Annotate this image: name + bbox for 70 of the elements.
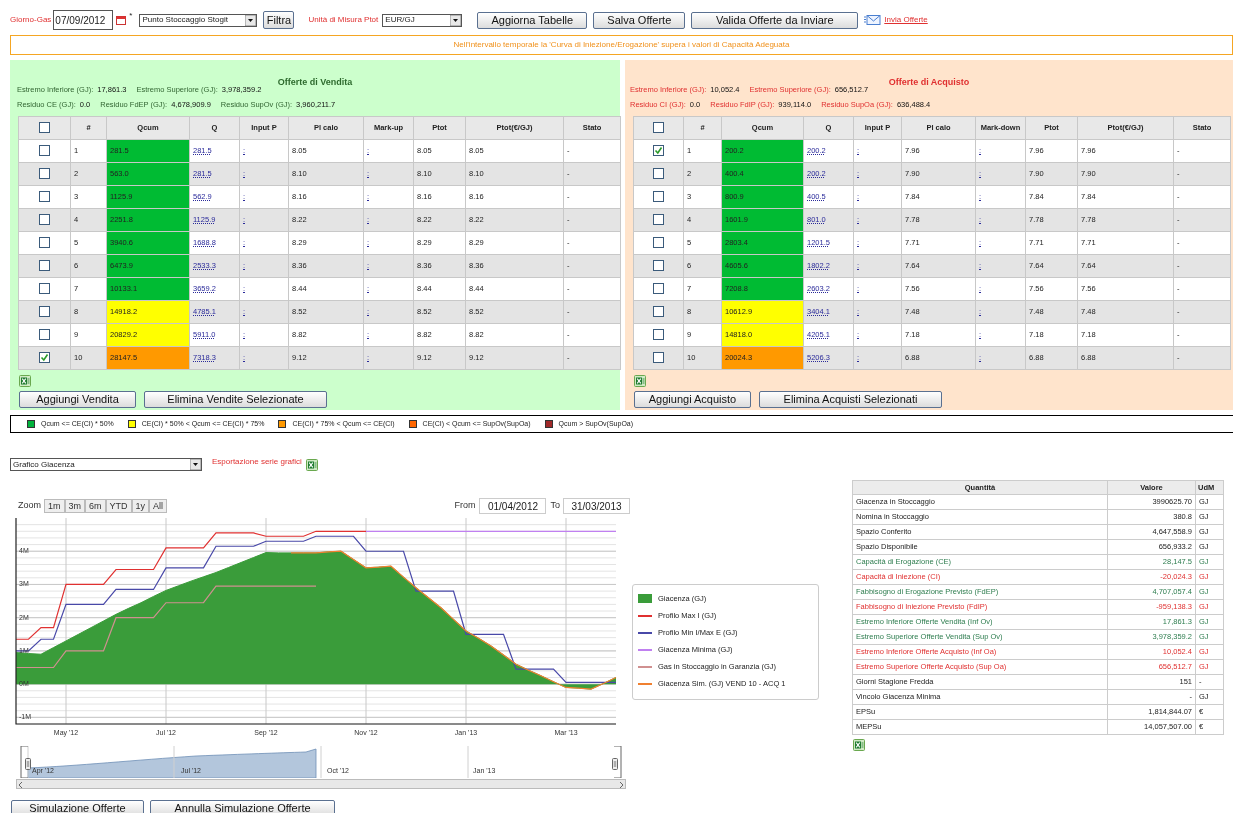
checkbox[interactable] bbox=[653, 213, 664, 225]
button[interactable]: Aggiungi Vendita bbox=[19, 391, 136, 408]
checkbox[interactable] bbox=[39, 213, 50, 225]
handle-icon[interactable] bbox=[25, 758, 31, 770]
calendar-icon[interactable] bbox=[116, 15, 127, 25]
send-link[interactable]: Invia Offerte bbox=[884, 14, 928, 26]
excel-icon[interactable] bbox=[634, 375, 646, 387]
button[interactable]: Aggiorna Tabelle bbox=[477, 11, 588, 29]
zoom-button[interactable]: 3m bbox=[64, 499, 86, 513]
checkbox[interactable] bbox=[39, 259, 50, 271]
export-label: Esportazione serie grafici bbox=[212, 456, 302, 468]
checkbox[interactable] bbox=[39, 305, 50, 317]
field-label: Giorno-Gas bbox=[10, 14, 52, 26]
panel-title: Offerte di Vendita bbox=[277, 77, 353, 87]
button[interactable]: Elimina Vendite Selezionate bbox=[144, 391, 327, 408]
checkbox[interactable] bbox=[653, 305, 664, 317]
excel-icon[interactable] bbox=[305, 459, 318, 471]
dropdown-arrow-icon[interactable] bbox=[450, 14, 462, 26]
checkbox[interactable] bbox=[39, 282, 50, 294]
excel-icon[interactable] bbox=[853, 739, 865, 751]
checkbox[interactable] bbox=[39, 328, 50, 340]
field-label: Unità di Misura Ptot bbox=[308, 14, 379, 26]
zoom-label: Zoom bbox=[18, 499, 41, 513]
checkbox[interactable] bbox=[653, 121, 664, 133]
zoom-button[interactable]: 1m bbox=[44, 499, 65, 513]
mail-icon[interactable] bbox=[864, 14, 882, 26]
button[interactable]: Salva Offerte bbox=[593, 11, 686, 29]
checkbox[interactable] bbox=[39, 144, 50, 156]
unit-select[interactable]: EUR/GJ bbox=[382, 13, 463, 27]
button[interactable]: Aggiungi Acquisto bbox=[634, 391, 751, 408]
checkbox[interactable] bbox=[653, 328, 664, 340]
zoom-button[interactable]: 6m bbox=[85, 499, 106, 513]
dropdown-arrow-icon[interactable] bbox=[190, 459, 201, 470]
button[interactable]: Simulazione Offerte bbox=[11, 800, 144, 813]
scroll-left-icon[interactable] bbox=[17, 780, 25, 788]
checkbox[interactable] bbox=[653, 145, 664, 157]
button[interactable]: Filtra bbox=[263, 11, 295, 29]
zoom-button[interactable]: YTD bbox=[105, 499, 132, 513]
checkbox[interactable] bbox=[39, 352, 50, 364]
checkbox[interactable] bbox=[39, 236, 50, 248]
zoom-button[interactable]: All bbox=[149, 499, 168, 513]
checkbox[interactable] bbox=[39, 121, 50, 133]
panel-title: Offerte di Acquisto bbox=[888, 77, 970, 87]
checkbox[interactable] bbox=[653, 351, 664, 363]
checkbox[interactable] bbox=[39, 190, 50, 202]
warning-text: Nell'intervallo temporale la 'Curva di Iniezione/Erogazione' supera i valori di Capacità Adeguata bbox=[453, 39, 790, 51]
handle-icon[interactable] bbox=[612, 758, 618, 770]
date-field[interactable]: 07/09/2012 bbox=[53, 10, 114, 30]
button[interactable]: Annulla Simulazione Offerte bbox=[150, 800, 335, 813]
chart-select[interactable]: Grafico Giacenza bbox=[10, 458, 202, 471]
scrollbar[interactable] bbox=[16, 779, 626, 789]
from-date-field[interactable]: 01/04/2012 bbox=[479, 498, 547, 514]
dropdown-arrow-icon[interactable] bbox=[245, 14, 257, 26]
column-header[interactable] bbox=[633, 116, 684, 140]
checkbox[interactable] bbox=[653, 282, 664, 294]
checkbox[interactable] bbox=[653, 190, 664, 202]
checkbox[interactable] bbox=[653, 167, 664, 179]
site-select[interactable]: Punto Stoccaggio Stogit bbox=[139, 13, 258, 27]
to-label: To bbox=[550, 499, 560, 513]
checkbox[interactable] bbox=[39, 167, 50, 179]
column-header[interactable] bbox=[18, 116, 71, 140]
checkbox[interactable] bbox=[653, 259, 664, 271]
button[interactable]: Elimina Acquisti Selezionati bbox=[759, 391, 942, 408]
button[interactable]: Valida Offerte da Inviare bbox=[691, 11, 859, 29]
from-label: From bbox=[454, 499, 476, 513]
excel-icon[interactable] bbox=[19, 375, 31, 387]
required-mark: * bbox=[129, 12, 133, 20]
to-date-field[interactable]: 31/03/2013 bbox=[563, 498, 630, 514]
checkbox[interactable] bbox=[653, 236, 664, 248]
scroll-right-icon[interactable] bbox=[617, 780, 625, 788]
